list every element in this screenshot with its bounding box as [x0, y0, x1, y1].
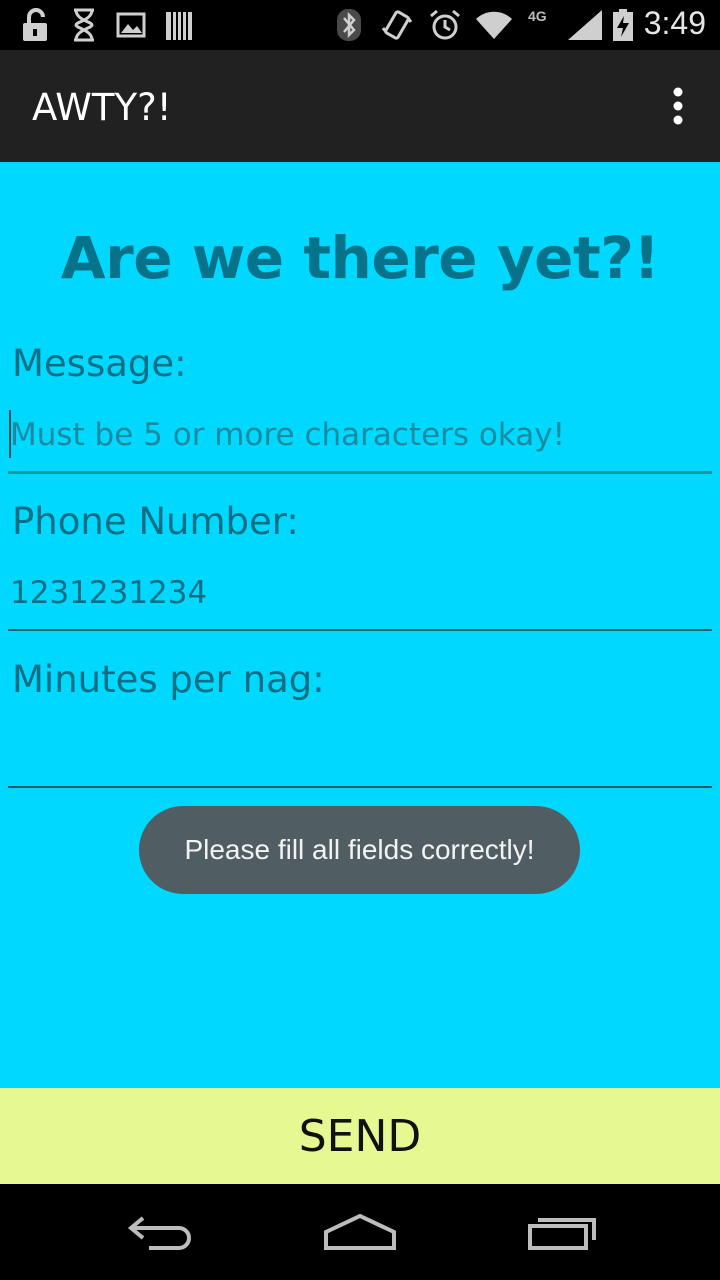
image-icon	[116, 12, 146, 38]
more-vert-icon[interactable]	[666, 86, 690, 126]
clock-time: 3:49	[643, 5, 706, 41]
home-icon	[324, 1213, 396, 1250]
unlock-icon	[23, 8, 47, 41]
phone-number-label: Phone Number:	[12, 500, 299, 543]
toast-text: Please fill all fields correctly!	[184, 834, 535, 865]
message-field-underline	[8, 471, 712, 474]
back-button[interactable]	[115, 1206, 205, 1258]
recents-icon	[528, 1218, 596, 1250]
barcode-icon	[166, 12, 192, 40]
status-bar: 4G 3:49	[0, 0, 720, 50]
page-title: Are we there yet?!	[60, 224, 660, 292]
form-container: Are we there yet?! Message: Phone Number…	[0, 162, 720, 1088]
toast-message: Please fill all fields correctly!	[139, 806, 580, 894]
home-button[interactable]	[315, 1206, 405, 1258]
send-button[interactable]: SEND	[0, 1088, 720, 1184]
alarm-icon	[430, 9, 460, 40]
vibrate-icon	[381, 10, 413, 40]
hourglass-icon	[74, 8, 94, 42]
action-bar: AWTY?!	[0, 50, 720, 162]
minutes-per-nag-label: Minutes per nag:	[12, 658, 325, 701]
minutes-per-nag-field[interactable]	[8, 720, 712, 782]
message-field[interactable]	[8, 404, 712, 466]
navigation-bar	[0, 1184, 720, 1280]
recents-button[interactable]	[517, 1206, 607, 1258]
battery-charging-icon	[613, 9, 633, 41]
phone-field-underline	[8, 629, 712, 631]
phone-number-field[interactable]	[8, 562, 712, 624]
minutes-field-underline	[8, 786, 712, 788]
back-icon	[127, 1216, 191, 1250]
app-screen: 4G 3:49 AWTY?! Are we there yet?! Messag…	[0, 0, 720, 1280]
bluetooth-icon	[337, 9, 361, 41]
message-label: Message:	[12, 342, 187, 385]
app-title: AWTY?!	[32, 86, 172, 129]
send-button-label: SEND	[298, 1110, 422, 1162]
network-type-label: 4G	[528, 8, 547, 24]
wifi-icon	[476, 11, 512, 40]
signal-icon	[568, 10, 602, 40]
